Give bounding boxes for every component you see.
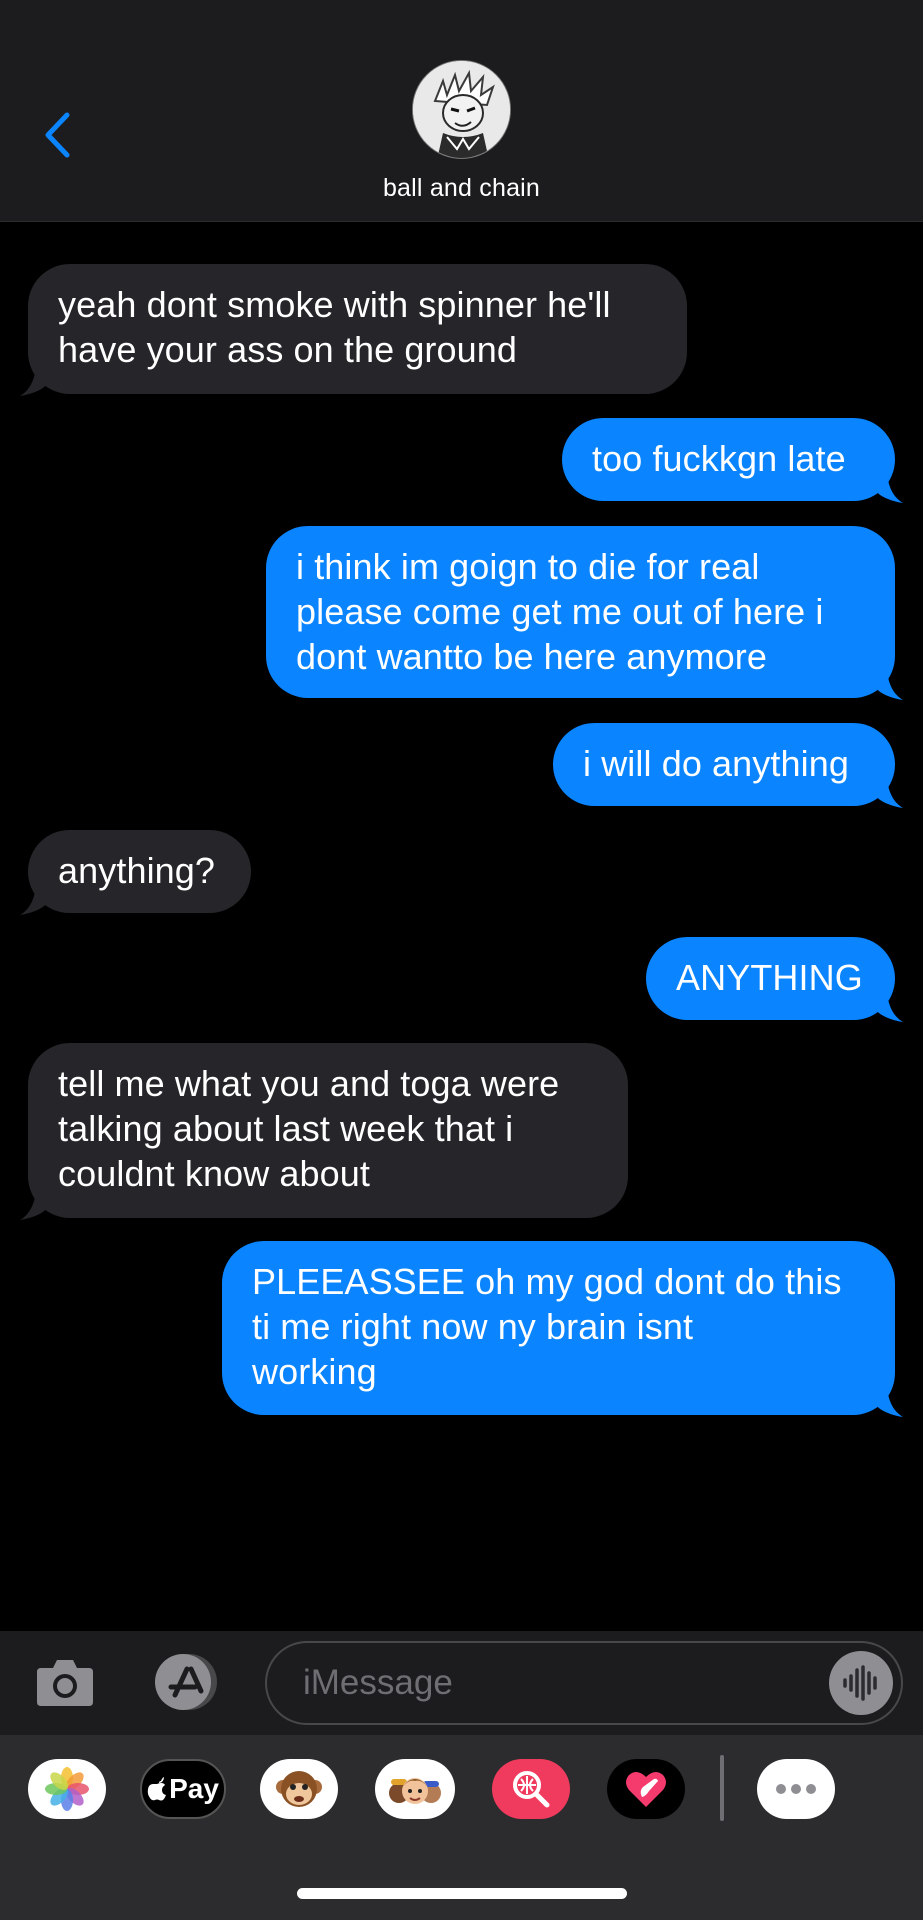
image-search-app-button[interactable] <box>492 1759 570 1819</box>
more-apps-button[interactable] <box>757 1759 835 1819</box>
message-bubble-outgoing[interactable]: i will do anything <box>553 723 895 806</box>
chevron-left-icon <box>45 112 70 158</box>
message-bubble-incoming[interactable]: yeah dont smoke with spinner he'll have … <box>28 264 687 394</box>
compose-bar <box>0 1631 923 1735</box>
drawer-divider <box>720 1755 724 1821</box>
message-bubble-outgoing[interactable]: i think im goign to die for real please … <box>266 526 895 698</box>
image-search-icon <box>513 1771 550 1808</box>
conversation-header: ball and chain <box>0 0 923 222</box>
app-store-button[interactable] <box>149 1653 227 1711</box>
camera-button[interactable] <box>35 1656 95 1708</box>
contact-avatar[interactable] <box>412 60 511 159</box>
digital-touch-icon <box>626 1771 666 1807</box>
apple-pay-label: Pay <box>169 1773 219 1804</box>
audio-message-button[interactable] <box>829 1651 893 1715</box>
message-field[interactable] <box>265 1641 903 1725</box>
message-bubble-outgoing[interactable]: too fuckkgn late <box>562 418 895 501</box>
message-input[interactable] <box>303 1663 783 1703</box>
message-bubble-incoming[interactable]: tell me what you and toga were talking a… <box>28 1043 628 1218</box>
avatar-image-icon <box>413 61 510 158</box>
app-store-icon <box>155 1654 217 1710</box>
photos-app-button[interactable] <box>28 1759 106 1819</box>
message-bubble-incoming[interactable]: anything? <box>28 830 251 913</box>
camera-icon <box>37 1660 93 1706</box>
audio-waveform-icon <box>843 1665 877 1701</box>
photos-icon <box>45 1767 89 1811</box>
digital-touch-app-button[interactable] <box>607 1759 685 1819</box>
back-button[interactable] <box>32 105 82 165</box>
more-apps-icon <box>776 1784 816 1794</box>
memoji-icon <box>389 1778 441 1804</box>
memoji-app-button[interactable] <box>375 1759 455 1819</box>
animoji-app-button[interactable] <box>260 1759 338 1819</box>
message-bubble-outgoing[interactable]: ANYTHING <box>646 937 895 1020</box>
messages-screen: ball and chain yeah dont smoke with spin… <box>0 0 923 1920</box>
apple-pay-button[interactable]: Pay <box>140 1759 226 1819</box>
home-indicator[interactable] <box>297 1888 627 1899</box>
message-bubble-outgoing[interactable]: PLEEASSEE oh my god dont do this ti me r… <box>222 1241 895 1415</box>
animoji-icon <box>276 1771 322 1807</box>
contact-name[interactable]: ball and chain <box>0 174 923 203</box>
apple-pay-icon <box>147 1777 167 1801</box>
